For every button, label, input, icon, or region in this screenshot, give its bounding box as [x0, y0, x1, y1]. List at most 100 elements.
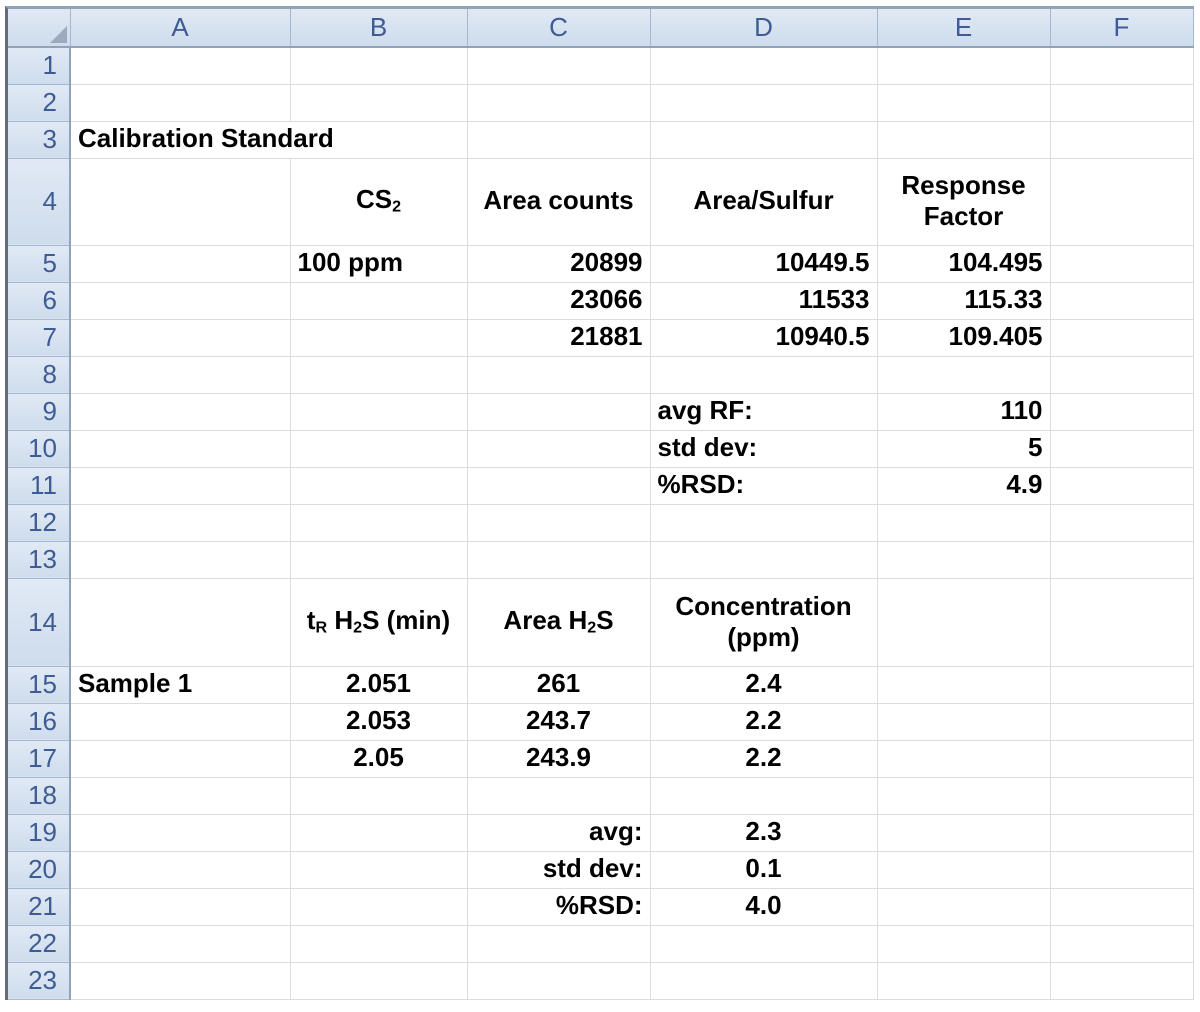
cell-F19[interactable]: [1050, 814, 1194, 852]
cell-A1[interactable]: [70, 47, 291, 85]
cell-D19[interactable]: 2.3: [650, 814, 878, 852]
row-header-10[interactable]: 10: [8, 430, 71, 468]
cell-F17[interactable]: [1050, 740, 1194, 778]
column-header-A[interactable]: A: [70, 9, 291, 48]
cell-D12[interactable]: [650, 504, 878, 542]
cell-F18[interactable]: [1050, 777, 1194, 815]
row-header-21[interactable]: 21: [8, 888, 71, 926]
cell-F2[interactable]: [1050, 84, 1194, 122]
cell-B17[interactable]: 2.05: [290, 740, 468, 778]
cell-D14[interactable]: Concentration (ppm): [650, 578, 878, 667]
cell-E13[interactable]: [877, 541, 1051, 579]
select-all-corner[interactable]: [8, 9, 71, 48]
row-header-5[interactable]: 5: [8, 245, 71, 283]
cell-E17[interactable]: [877, 740, 1051, 778]
cell-B21[interactable]: [290, 888, 468, 926]
row-header-15[interactable]: 15: [8, 666, 71, 704]
cell-D2[interactable]: [650, 84, 878, 122]
cell-C14[interactable]: Area H2S: [467, 578, 651, 667]
row-header-3[interactable]: 3: [8, 121, 71, 159]
cell-C20[interactable]: std dev:: [467, 851, 651, 889]
cell-C11[interactable]: [467, 467, 651, 505]
cell-E10[interactable]: 5: [877, 430, 1051, 468]
cell-D8[interactable]: [650, 356, 878, 394]
row-header-9[interactable]: 9: [8, 393, 71, 431]
row-header-23[interactable]: 23: [8, 962, 71, 1000]
cell-A5[interactable]: [70, 245, 291, 283]
cell-D22[interactable]: [650, 925, 878, 963]
cell-C21[interactable]: %RSD:: [467, 888, 651, 926]
cell-B15[interactable]: 2.051: [290, 666, 468, 704]
cell-C8[interactable]: [467, 356, 651, 394]
cell-D5[interactable]: 10449.5: [650, 245, 878, 283]
cell-B5[interactable]: 100 ppm: [290, 245, 468, 283]
cell-F8[interactable]: [1050, 356, 1194, 394]
cell-D13[interactable]: [650, 541, 878, 579]
cell-A21[interactable]: [70, 888, 291, 926]
cell-E7[interactable]: 109.405: [877, 319, 1051, 357]
cell-F5[interactable]: [1050, 245, 1194, 283]
cell-E9[interactable]: 110: [877, 393, 1051, 431]
cell-E6[interactable]: 115.33: [877, 282, 1051, 320]
cell-B11[interactable]: [290, 467, 468, 505]
cell-C12[interactable]: [467, 504, 651, 542]
cell-D17[interactable]: 2.2: [650, 740, 878, 778]
cell-F4[interactable]: [1050, 158, 1194, 246]
cell-F12[interactable]: [1050, 504, 1194, 542]
cell-D3[interactable]: [650, 121, 878, 159]
cell-E15[interactable]: [877, 666, 1051, 704]
cell-A3[interactable]: Calibration Standard: [70, 121, 468, 159]
column-header-B[interactable]: B: [290, 9, 468, 48]
cell-E11[interactable]: 4.9: [877, 467, 1051, 505]
cell-B13[interactable]: [290, 541, 468, 579]
row-header-11[interactable]: 11: [8, 467, 71, 505]
cell-A10[interactable]: [70, 430, 291, 468]
cell-C13[interactable]: [467, 541, 651, 579]
cell-C3[interactable]: [467, 121, 651, 159]
cell-B19[interactable]: [290, 814, 468, 852]
cell-A12[interactable]: [70, 504, 291, 542]
cell-A16[interactable]: [70, 703, 291, 741]
cell-E8[interactable]: [877, 356, 1051, 394]
cell-E2[interactable]: [877, 84, 1051, 122]
row-header-2[interactable]: 2: [8, 84, 71, 122]
cell-D7[interactable]: 10940.5: [650, 319, 878, 357]
row-header-13[interactable]: 13: [8, 541, 71, 579]
cell-C15[interactable]: 261: [467, 666, 651, 704]
cell-F23[interactable]: [1050, 962, 1194, 1000]
cell-B22[interactable]: [290, 925, 468, 963]
cell-A15[interactable]: Sample 1: [70, 666, 291, 704]
cell-B10[interactable]: [290, 430, 468, 468]
cell-F21[interactable]: [1050, 888, 1194, 926]
cell-C7[interactable]: 21881: [467, 319, 651, 357]
cell-F20[interactable]: [1050, 851, 1194, 889]
cell-C23[interactable]: [467, 962, 651, 1000]
cell-A19[interactable]: [70, 814, 291, 852]
column-header-E[interactable]: E: [877, 9, 1051, 48]
cell-E20[interactable]: [877, 851, 1051, 889]
row-header-19[interactable]: 19: [8, 814, 71, 852]
row-header-20[interactable]: 20: [8, 851, 71, 889]
cell-C4[interactable]: Area counts: [467, 158, 651, 246]
cell-B9[interactable]: [290, 393, 468, 431]
row-header-8[interactable]: 8: [8, 356, 71, 394]
cell-C19[interactable]: avg:: [467, 814, 651, 852]
row-header-4[interactable]: 4: [8, 158, 71, 246]
cell-B23[interactable]: [290, 962, 468, 1000]
cell-E1[interactable]: [877, 47, 1051, 85]
cell-F1[interactable]: [1050, 47, 1194, 85]
column-header-D[interactable]: D: [650, 9, 878, 48]
cell-E12[interactable]: [877, 504, 1051, 542]
cell-D18[interactable]: [650, 777, 878, 815]
cell-D16[interactable]: 2.2: [650, 703, 878, 741]
cell-F3[interactable]: [1050, 121, 1194, 159]
cell-E23[interactable]: [877, 962, 1051, 1000]
cell-A8[interactable]: [70, 356, 291, 394]
cell-E14[interactable]: [877, 578, 1051, 667]
row-header-22[interactable]: 22: [8, 925, 71, 963]
cell-C5[interactable]: 20899: [467, 245, 651, 283]
cell-B4[interactable]: CS2: [290, 158, 468, 246]
cell-C1[interactable]: [467, 47, 651, 85]
cell-C9[interactable]: [467, 393, 651, 431]
cell-F10[interactable]: [1050, 430, 1194, 468]
